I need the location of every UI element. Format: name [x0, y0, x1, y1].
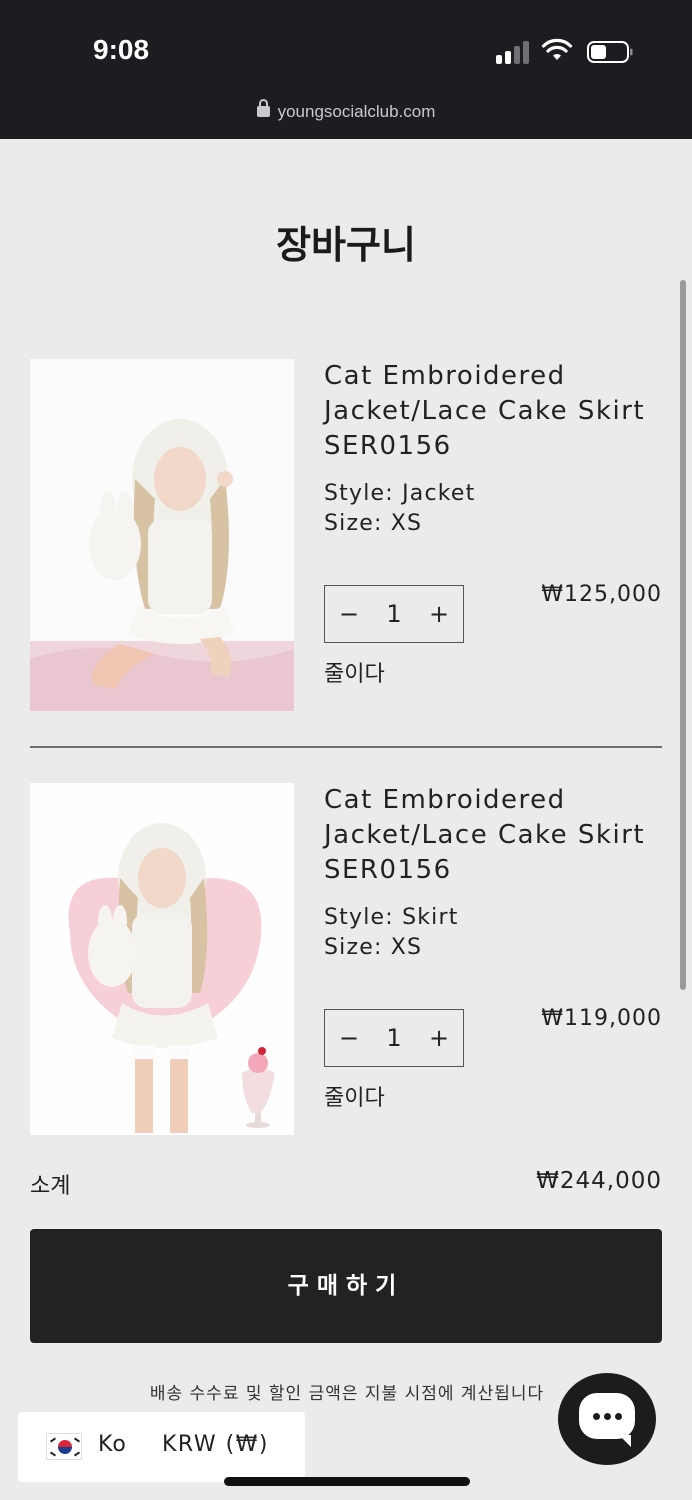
quantity-value[interactable]: 1 — [371, 1010, 417, 1066]
chat-bubble-icon — [579, 1393, 635, 1447]
quantity-stepper: − 1 + — [324, 585, 464, 643]
item-price: ₩119,000 — [541, 1006, 662, 1031]
checkout-button[interactable]: 구매하기 — [30, 1229, 662, 1343]
decrease-quantity-button[interactable]: − — [331, 1010, 367, 1066]
decrease-quantity-button[interactable]: − — [331, 586, 367, 642]
quantity-stepper: − 1 + — [324, 1009, 464, 1067]
remove-link[interactable]: 줄이다 — [324, 656, 385, 688]
size-value: XS — [390, 511, 423, 536]
product-photo-icon — [30, 359, 294, 711]
style-label: Style: — [324, 481, 394, 506]
quantity-value[interactable]: 1 — [371, 586, 417, 642]
home-indicator — [224, 1477, 470, 1486]
korea-flag-icon — [46, 1433, 82, 1460]
style-value: Skirt — [402, 905, 459, 930]
cellular-signal-icon — [496, 40, 532, 64]
chat-button[interactable] — [558, 1373, 656, 1465]
remove-link[interactable]: 줄이다 — [324, 1080, 385, 1112]
lock-icon — [256, 99, 270, 117]
increase-quantity-button[interactable]: + — [421, 586, 457, 642]
variant-style: Style: Jacket — [324, 479, 475, 509]
cart-item: Cat Embroidered Jacket/Lace Cake Skirt S… — [30, 783, 662, 1135]
locale-currency: KRW (₩) — [162, 1432, 269, 1457]
divider — [30, 746, 662, 748]
product-image[interactable] — [30, 783, 294, 1135]
size-label: Size: — [324, 511, 383, 536]
battery-icon — [587, 41, 633, 63]
status-time: 9:08 — [93, 34, 150, 65]
increase-quantity-button[interactable]: + — [421, 1010, 457, 1066]
variant-size: Size: XS — [324, 933, 422, 963]
variant-size: Size: XS — [324, 509, 422, 539]
page-title: 장바구니 — [276, 223, 416, 267]
product-name[interactable]: Cat Embroidered Jacket/Lace Cake Skirt S… — [324, 359, 664, 464]
product-name[interactable]: Cat Embroidered Jacket/Lace Cake Skirt S… — [324, 783, 664, 888]
variant-style: Style: Skirt — [324, 903, 459, 933]
status-bar: 9:08 youngsocialclub.com — [0, 0, 692, 139]
locale-selector[interactable]: Ko KRW (₩) — [18, 1412, 305, 1482]
product-image[interactable] — [30, 359, 294, 711]
style-label: Style: — [324, 905, 394, 930]
item-price: ₩125,000 — [541, 582, 662, 607]
style-value: Jacket — [402, 481, 476, 506]
subtotal-label: 소계 — [30, 1174, 71, 1199]
subtotal-value: ₩244,000 — [536, 1168, 662, 1194]
wifi-icon — [541, 38, 573, 60]
size-label: Size: — [324, 935, 383, 960]
scrollbar[interactable] — [680, 280, 686, 990]
locale-language: Ko — [98, 1432, 127, 1457]
cart-item: Cat Embroidered Jacket/Lace Cake Skirt S… — [30, 359, 662, 711]
product-photo-icon — [30, 783, 294, 1135]
url-text: youngsocialclub.com — [277, 102, 436, 121]
address-bar[interactable]: youngsocialclub.com — [0, 99, 692, 122]
size-value: XS — [390, 935, 423, 960]
